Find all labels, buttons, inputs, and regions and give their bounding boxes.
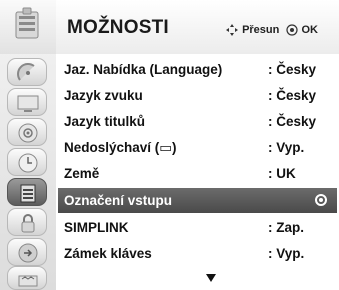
category-sidebar (0, 0, 57, 290)
menu-item-value: : UK (268, 166, 296, 181)
menu-item-value: : Česky (268, 62, 317, 77)
sidebar-header-area (0, 0, 56, 54)
options-list: Jaz. Nabídka (Language) : Česky Jazyk zv… (56, 54, 339, 290)
menu-item-subtitle-language[interactable]: Jazyk titulků : Česky (56, 109, 339, 134)
clock-icon[interactable] (7, 148, 47, 176)
menu-item-label: Jaz. Nabídka (Language) (64, 62, 223, 77)
menu-item-label: Země (64, 166, 100, 181)
menu-item-menu-language[interactable]: Jaz. Nabídka (Language) : Česky (56, 57, 339, 82)
menu-item-value: : Česky (268, 114, 317, 129)
move-arrows-icon (226, 24, 238, 36)
menu-item-label: SIMPLINK (64, 220, 129, 235)
audio-icon[interactable] (7, 118, 47, 146)
menu-item-label: Jazyk zvuku (64, 88, 143, 103)
menu-item-key-lock[interactable]: Zámek kláves : Vyp. (56, 241, 339, 266)
ok-button-icon (286, 24, 299, 36)
menu-item-value: : Vyp. (268, 246, 305, 261)
menu-item-hard-of-hearing[interactable]: Nedoslýchaví (▭) : Vyp. (56, 135, 339, 160)
menu-item-country[interactable]: Země : UK (56, 161, 339, 186)
menu-item-label: Jazyk titulků (64, 114, 146, 129)
picture-icon[interactable] (7, 88, 47, 116)
menu-item-audio-language[interactable]: Jazyk zvuku : Česky (56, 83, 339, 108)
menu-item-label: Nedoslýchaví (▭) (64, 140, 177, 155)
navigation-hint: Přesun OK (225, 23, 318, 37)
lock-icon[interactable] (7, 208, 47, 236)
menu-item-input-label[interactable]: Označení vstupu (58, 188, 337, 213)
satellite-dish-icon[interactable] (7, 58, 47, 86)
usb-icon[interactable] (7, 266, 47, 290)
page-title: MOŽNOSTI (67, 17, 169, 38)
move-hint-label: Přesun (242, 24, 280, 36)
options-menu-screen: MOŽNOSTI Přesun OK Jaz. Nabídka (Languag… (0, 0, 339, 290)
menu-item-simplink[interactable]: SIMPLINK : Zap. (56, 215, 339, 240)
menu-item-value: : Vyp. (268, 140, 305, 155)
scroll-down-arrow-icon[interactable] (206, 274, 216, 282)
menu-item-value: : Zap. (268, 220, 304, 235)
options-header-icon (15, 7, 39, 39)
menu-item-value: : Česky (268, 88, 317, 103)
input-icon[interactable] (7, 238, 47, 266)
menu-header: MOŽNOSTI Přesun OK (56, 0, 339, 55)
ok-hint-label: OK (301, 24, 318, 36)
selected-radio-icon (315, 194, 327, 206)
menu-item-label: Zámek kláves (64, 246, 152, 261)
options-icon[interactable] (7, 178, 47, 206)
menu-item-label: Označení vstupu (64, 193, 173, 208)
